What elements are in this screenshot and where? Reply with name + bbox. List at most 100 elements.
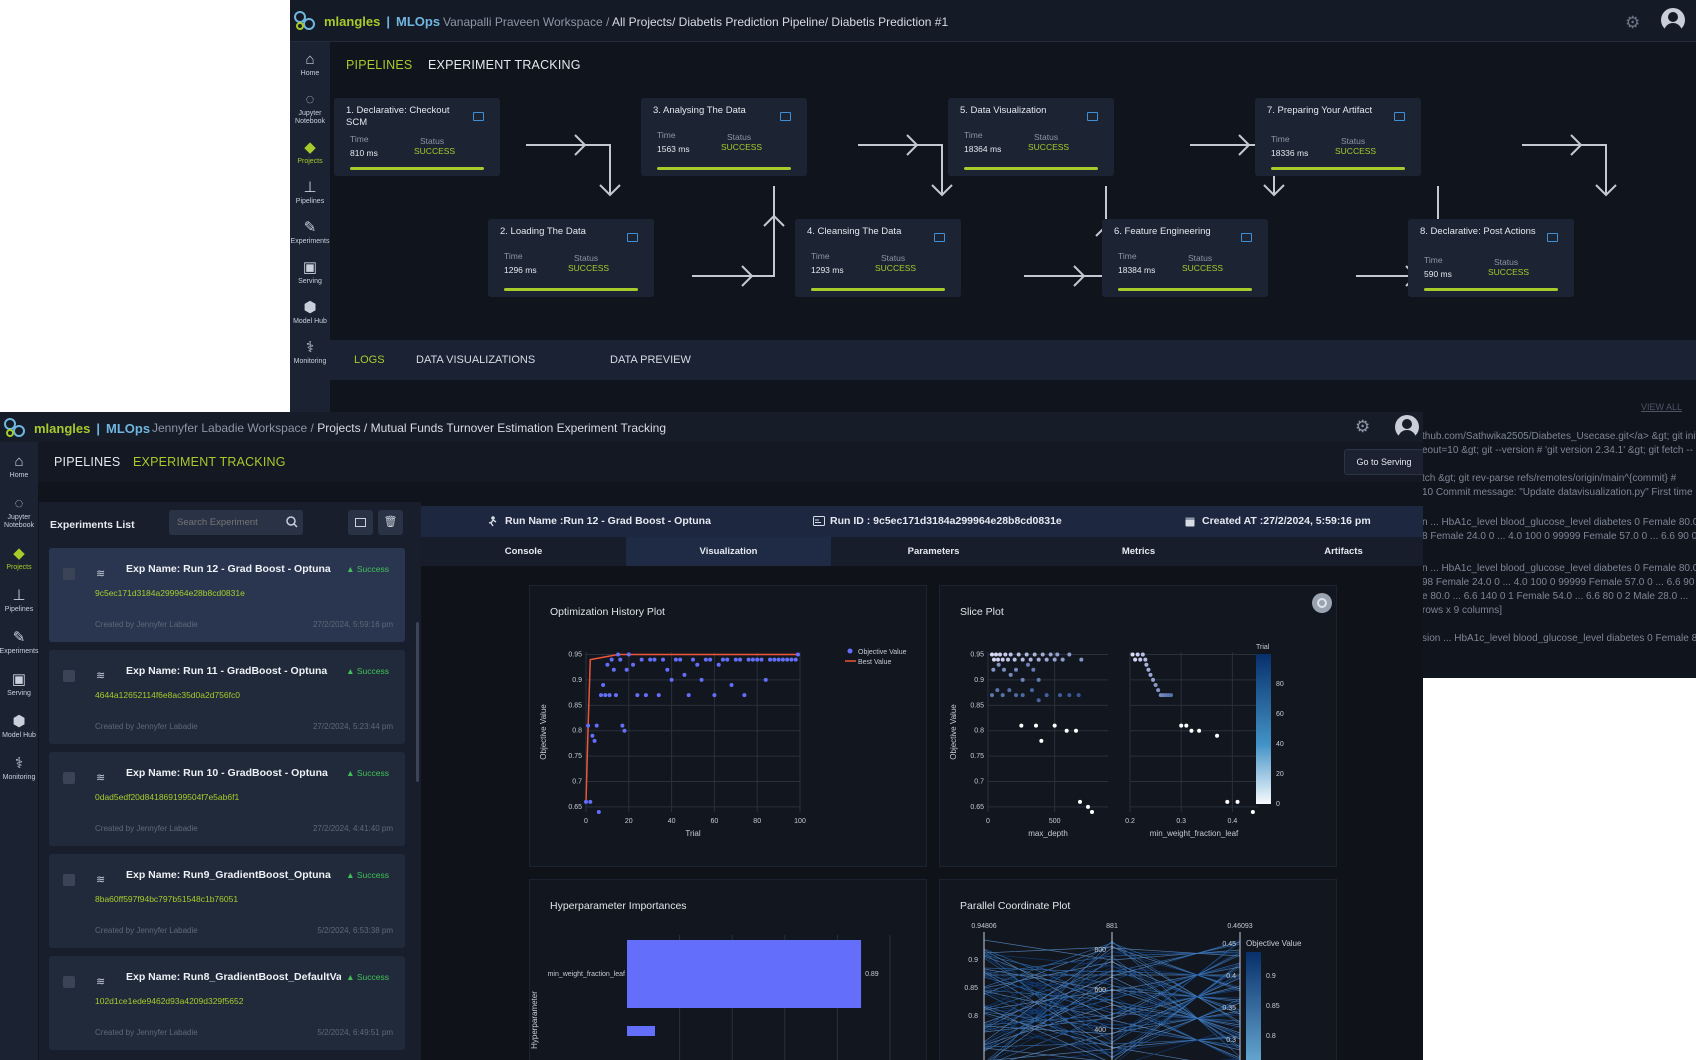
search-icon[interactable] xyxy=(286,516,298,528)
stage-log-icon[interactable] xyxy=(627,233,638,242)
pipeline-stage[interactable]: 4. Cleansing The Data Time 1293 ms Status SU… xyxy=(795,219,961,297)
stage-log-icon[interactable] xyxy=(1241,233,1252,242)
pipeline-stage[interactable]: 1. Declarative: Checkout SCM Time 810 ms St… xyxy=(334,98,500,176)
experiment-card[interactable]: ≋ Exp Name: Run8_GradientBoost_DefaultVa.… xyxy=(49,956,405,1050)
experiment-checkbox[interactable] xyxy=(63,874,75,886)
experiment-card[interactable]: ≋ Exp Name: Run 11 - GradBoost - Optuna ▲ … xyxy=(49,650,405,744)
experiment-card[interactable]: ≋ Exp Name: Run 10 - GradBoost - Optuna ▲ … xyxy=(49,752,405,846)
delete-button[interactable]: 🗑 xyxy=(378,510,403,535)
pipeline-stage[interactable]: 2. Loading The Data Time 1296 ms Status SUCC… xyxy=(488,219,654,297)
stage-status: SUCCESS xyxy=(1488,267,1530,277)
x-tick-label: 0 xyxy=(584,818,588,825)
slice-point xyxy=(1133,657,1138,662)
slice-point xyxy=(1079,657,1084,662)
slice-point xyxy=(1144,662,1149,667)
axis-tick-label: 0.85 xyxy=(964,985,978,992)
compare-button[interactable] xyxy=(348,510,373,535)
breadcrumb-workspace[interactable]: Jennyfer Labadie Workspace / xyxy=(152,421,317,435)
settings-gear-icon[interactable]: ⚙ xyxy=(1355,417,1370,437)
objective-value-point xyxy=(624,667,629,672)
objective-value-point xyxy=(776,657,781,662)
logo[interactable]: mlangles | MLOps xyxy=(2,417,150,439)
stage-log-icon[interactable] xyxy=(934,233,945,242)
experiment-card[interactable]: ≋ Exp Name: Run 12 - Grad Boost - Optuna ▲… xyxy=(49,548,405,642)
slice-point xyxy=(1044,693,1049,698)
stage-status: SUCCESS xyxy=(875,263,917,273)
stage-title: 2. Loading The Data xyxy=(500,226,586,237)
nav-item-jupyter-notebook[interactable]: ◌ Jupyter Notebook xyxy=(0,496,38,530)
stage-title: 6. Feature Engineering xyxy=(1114,226,1211,237)
objective-value-point xyxy=(742,693,747,698)
created-by: Created by Jennyfer Labadie xyxy=(95,620,198,629)
layers-icon: ≋ xyxy=(96,976,106,988)
pipeline-stage[interactable]: 7. Preparing Your Artifact Time 18336 ms St… xyxy=(1255,98,1421,176)
experiment-checkbox[interactable] xyxy=(63,772,75,784)
nav-item-projects[interactable]: ◆ Projects xyxy=(6,546,31,572)
search-experiment[interactable] xyxy=(169,510,303,535)
created-date: 5/2/2024, 6:49:51 pm xyxy=(317,1028,393,1037)
stage-log-icon[interactable] xyxy=(1394,112,1405,121)
search-experiment-input[interactable] xyxy=(177,515,282,530)
slice-point xyxy=(1040,652,1045,657)
nav-item-experiments[interactable]: ✎ Experiments xyxy=(0,630,38,656)
nav-item-monitoring[interactable]: ⚕ Monitoring xyxy=(3,756,36,782)
pipeline-stage[interactable]: 6. Feature Engineering Time 18384 ms Status… xyxy=(1102,219,1268,297)
slice-point xyxy=(1044,657,1049,662)
tab-logs[interactable]: LOGS xyxy=(354,354,385,366)
slice-point xyxy=(1058,693,1062,698)
tab-console[interactable]: Console xyxy=(421,537,626,566)
nav-item-pipelines[interactable]: ⊥ Pipelines xyxy=(5,588,33,614)
stage-progress-bar xyxy=(504,288,638,291)
breadcrumb-path[interactable]: Projects / Mutual Funds Turnover Estimat… xyxy=(317,421,666,435)
experiment-checkbox[interactable] xyxy=(63,568,75,580)
tab-data-preview[interactable]: DATA PREVIEW xyxy=(610,354,691,366)
tab-parameters[interactable]: Parameters xyxy=(831,537,1036,566)
slice-point xyxy=(1074,728,1078,733)
go-to-serving-button[interactable]: Go to Serving xyxy=(1344,449,1423,475)
experiment-name: Exp Name: Run8_GradientBoost_DefaultVa..… xyxy=(126,971,341,983)
pipeline-stage[interactable]: 8. Declarative: Post Actions Time 590 ms St… xyxy=(1408,219,1574,297)
tab-artifacts[interactable]: Artifacts xyxy=(1241,537,1423,566)
experiment-checkbox[interactable] xyxy=(63,670,75,682)
scrollbar[interactable] xyxy=(416,622,419,782)
tab-pipelines[interactable]: PIPELINES xyxy=(54,455,120,469)
nav-item-home[interactable]: ⌂ Home xyxy=(10,454,29,480)
experiment-checkbox[interactable] xyxy=(63,976,75,988)
status-label: Status xyxy=(881,253,906,263)
tab-visualization[interactable]: Visualization xyxy=(626,537,831,566)
objective-value-point xyxy=(616,652,621,657)
experiment-card[interactable]: ≋ Exp Name: Run9_GradientBoost_Optuna ▲ Su… xyxy=(49,854,405,948)
axis-tick-label: 0.35 xyxy=(1222,1005,1236,1012)
nav-label: Experiments xyxy=(0,648,39,655)
view-all-link[interactable]: VIEW ALL xyxy=(1641,402,1682,412)
category-label: min_weight_fraction_leaf xyxy=(548,971,625,978)
logo-text-mlangles: mlangles xyxy=(34,420,91,436)
colorbar-tick: 40 xyxy=(1276,741,1284,748)
stage-log-icon[interactable] xyxy=(1547,233,1558,242)
pipeline-stage[interactable]: 5. Data Visualization Time 18364 ms Status S… xyxy=(948,98,1114,176)
nav-item-model-hub[interactable]: ⬢ Model Hub xyxy=(2,714,36,740)
stage-log-icon[interactable] xyxy=(473,112,484,121)
tab-data-visualizations[interactable]: DATA VISUALIZATIONS xyxy=(416,354,535,366)
slice-point xyxy=(1067,652,1072,657)
nav-item-serving[interactable]: ▣ Serving xyxy=(7,672,31,698)
stage-log-icon[interactable] xyxy=(780,112,791,121)
stage-status: SUCCESS xyxy=(1335,146,1377,156)
layers-icon: ≋ xyxy=(96,772,106,784)
created-date: 27/2/2024, 5:59:16 pm xyxy=(312,620,393,629)
tab-experiment-tracking[interactable]: EXPERIMENT TRACKING xyxy=(133,455,286,469)
pipeline-stage[interactable]: 3. Analysing The Data Time 1563 ms Status SU… xyxy=(641,98,807,176)
nav-item-monitoring[interactable]: ⚕ Monitoring xyxy=(294,340,327,366)
y-tick-label: 0.75 xyxy=(970,753,984,760)
log-line: n ... HbA1c_level blood_glucose_level di… xyxy=(1422,517,1696,528)
logo-text-mlops: MLOps xyxy=(106,420,151,436)
log-line: sion ... HbA1c_level blood_glucose_level… xyxy=(1422,633,1696,644)
stage-progress-bar xyxy=(657,167,791,170)
monitoring-icon: ⚕ xyxy=(305,339,315,356)
slice-point xyxy=(1179,723,1184,728)
log-line: n ... HbA1c_level blood_glucose_level di… xyxy=(1422,563,1696,574)
user-avatar[interactable] xyxy=(1395,415,1419,439)
tab-metrics[interactable]: Metrics xyxy=(1036,537,1241,566)
stage-log-icon[interactable] xyxy=(1087,112,1098,121)
x-axis-label: Trial xyxy=(685,829,700,838)
